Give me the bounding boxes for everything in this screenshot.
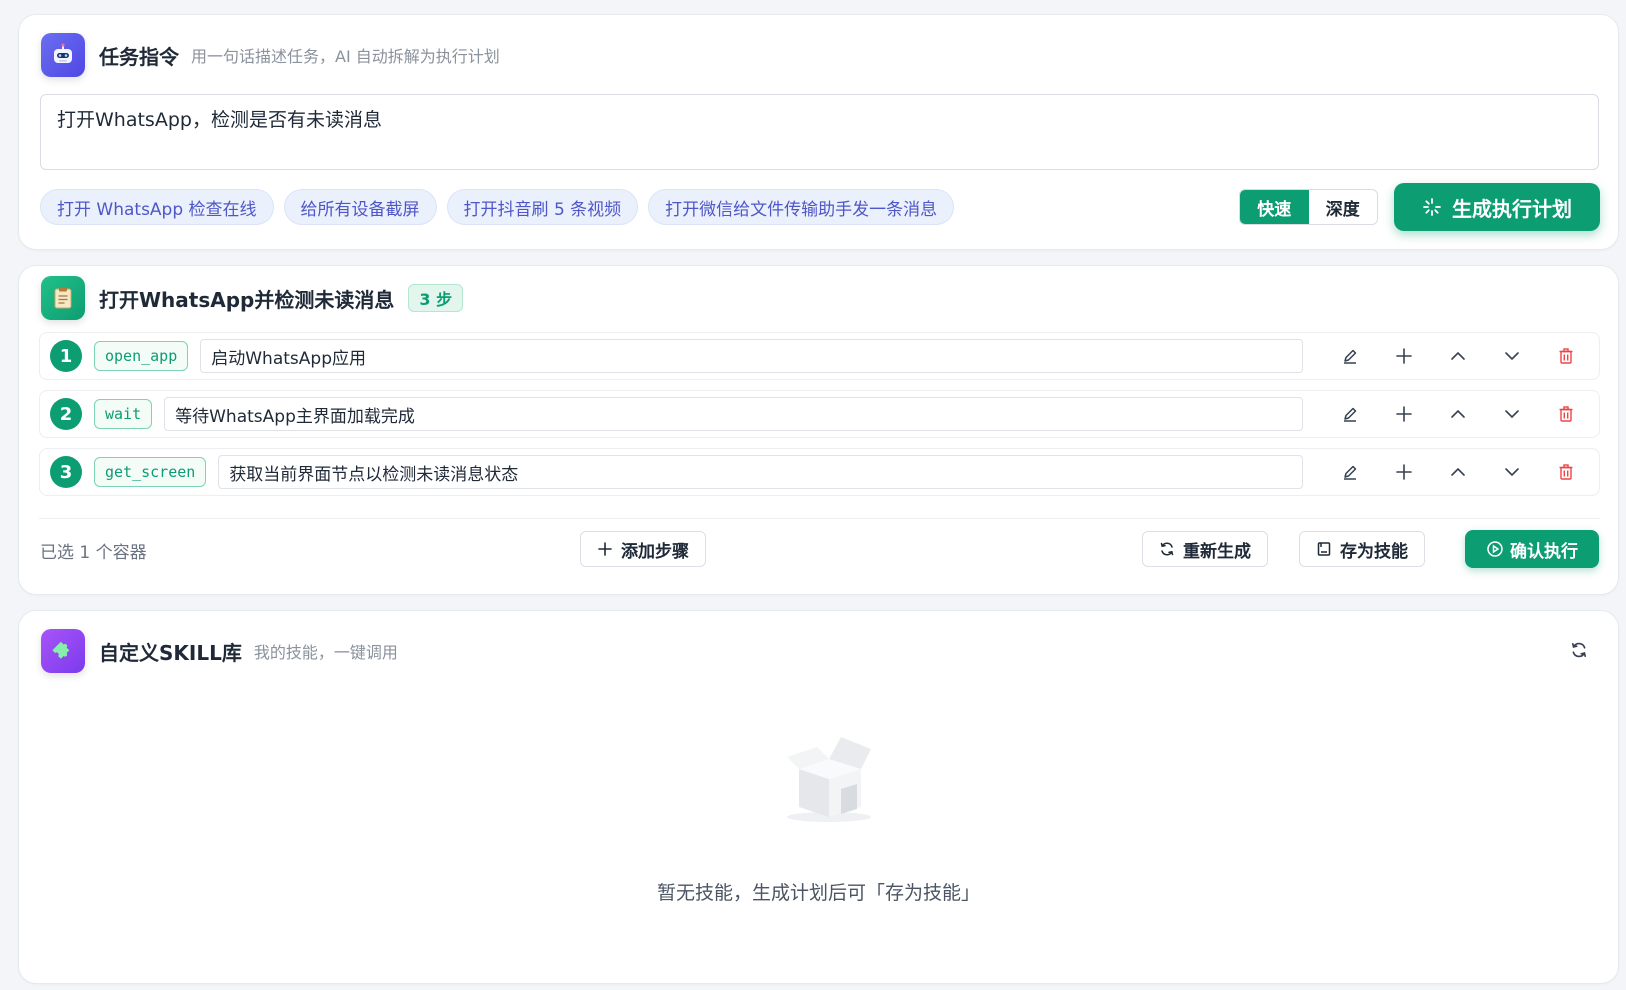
empty-box-icon [779, 729, 879, 833]
add-step-label: 添加步骤 [621, 541, 689, 562]
edit-icon[interactable] [1323, 339, 1377, 373]
generate-plan-label: 生成执行计划 [1452, 196, 1572, 221]
task-title: 任务指令 [99, 44, 179, 69]
step-number: 1 [50, 340, 82, 372]
step-description-input[interactable]: 启动WhatsApp应用 [200, 339, 1303, 373]
chevron-down-icon[interactable] [1485, 455, 1539, 489]
edit-icon[interactable] [1323, 455, 1377, 489]
save-icon [1317, 542, 1331, 556]
mode-toggle: 快速 深度 [1239, 189, 1378, 225]
plus-icon[interactable] [1377, 339, 1431, 373]
refresh-icon [1160, 542, 1174, 556]
step-actions [1323, 455, 1593, 489]
trash-icon[interactable] [1539, 397, 1593, 431]
chevron-down-icon[interactable] [1485, 397, 1539, 431]
task-subtitle: 用一句话描述任务，AI 自动拆解为执行计划 [191, 47, 500, 66]
suggestion-chip[interactable]: 打开 WhatsApp 检查在线 [40, 189, 274, 225]
step-action-tag[interactable]: get_screen [94, 457, 207, 487]
step-number: 2 [50, 398, 82, 430]
add-step-button[interactable]: 添加步骤 [580, 531, 706, 567]
plus-icon[interactable] [1377, 397, 1431, 431]
plus-icon [598, 542, 612, 556]
task-card: 任务指令 用一句话描述任务，AI 自动拆解为执行计划 打开WhatsApp，检测… [18, 14, 1619, 250]
plan-title: 打开WhatsApp并检测未读消息 [99, 287, 395, 312]
edit-icon[interactable] [1323, 397, 1377, 431]
sparkle-icon [1423, 198, 1441, 216]
suggestion-chip[interactable]: 给所有设备截屏 [283, 189, 437, 225]
generate-plan-button[interactable]: 生成执行计划 [1394, 183, 1600, 231]
trash-icon[interactable] [1539, 455, 1593, 489]
step-actions [1323, 339, 1593, 373]
plus-icon[interactable] [1377, 455, 1431, 489]
suggestion-chips: 打开 WhatsApp 检查在线 给所有设备截屏 打开抖音刷 5 条视频 打开微… [40, 189, 955, 225]
selected-containers-text: 已选 1 个容器 [40, 543, 147, 563]
plan-divider [39, 518, 1600, 519]
clipboard-icon [41, 276, 85, 320]
chevron-down-icon[interactable] [1485, 339, 1539, 373]
skill-library-card: 自定义SKILL库 我的技能，一键调用 暂无技能，生成计划后可「存为技能」 [18, 610, 1619, 984]
empty-state-text: 暂无技能，生成计划后可「存为技能」 [656, 882, 980, 904]
regenerate-label: 重新生成 [1183, 541, 1251, 562]
step-actions [1323, 397, 1593, 431]
steps-count-badge: 3 步 [408, 284, 464, 312]
task-header: 任务指令 用一句话描述任务，AI 自动拆解为执行计划 [41, 33, 500, 77]
play-circle-icon [1487, 541, 1503, 557]
mode-fast[interactable]: 快速 [1240, 190, 1309, 224]
plan-card: 打开WhatsApp并检测未读消息 3 步 1 open_app 启动Whats… [18, 265, 1619, 595]
save-skill-button[interactable]: 存为技能 [1299, 531, 1425, 567]
confirm-execute-label: 确认执行 [1510, 541, 1578, 562]
refresh-icon[interactable] [1570, 641, 1588, 663]
step-row: 3 get_screen 获取当前界面节点以检测未读消息状态 [39, 448, 1600, 496]
plan-header: 打开WhatsApp并检测未读消息 3 步 [41, 276, 464, 320]
suggestion-chip[interactable]: 打开微信给文件传输助手发一条消息 [648, 189, 955, 225]
chevron-up-icon[interactable] [1431, 397, 1485, 431]
step-row: 1 open_app 启动WhatsApp应用 [39, 332, 1600, 380]
step-description-input[interactable]: 等待WhatsApp主界面加载完成 [164, 397, 1303, 431]
skill-header: 自定义SKILL库 我的技能，一键调用 [41, 629, 398, 673]
mode-deep[interactable]: 深度 [1309, 190, 1378, 224]
step-number: 3 [50, 456, 82, 488]
task-input[interactable]: 打开WhatsApp，检测是否有未读消息 [40, 94, 1599, 170]
suggestion-chip[interactable]: 打开抖音刷 5 条视频 [446, 189, 639, 225]
step-action-tag[interactable]: open_app [94, 341, 189, 371]
confirm-execute-button[interactable]: 确认执行 [1465, 530, 1599, 568]
trash-icon[interactable] [1539, 339, 1593, 373]
step-action-tag[interactable]: wait [94, 399, 153, 429]
chevron-up-icon[interactable] [1431, 455, 1485, 489]
robot-icon [41, 33, 85, 77]
chevron-up-icon[interactable] [1431, 339, 1485, 373]
save-skill-label: 存为技能 [1340, 541, 1408, 562]
skill-title: 自定义SKILL库 [99, 640, 242, 665]
skill-subtitle: 我的技能，一键调用 [253, 643, 398, 662]
puzzle-icon [41, 629, 85, 673]
regenerate-button[interactable]: 重新生成 [1142, 531, 1268, 567]
step-description-input[interactable]: 获取当前界面节点以检测未读消息状态 [218, 455, 1303, 489]
step-row: 2 wait 等待WhatsApp主界面加载完成 [39, 390, 1600, 438]
